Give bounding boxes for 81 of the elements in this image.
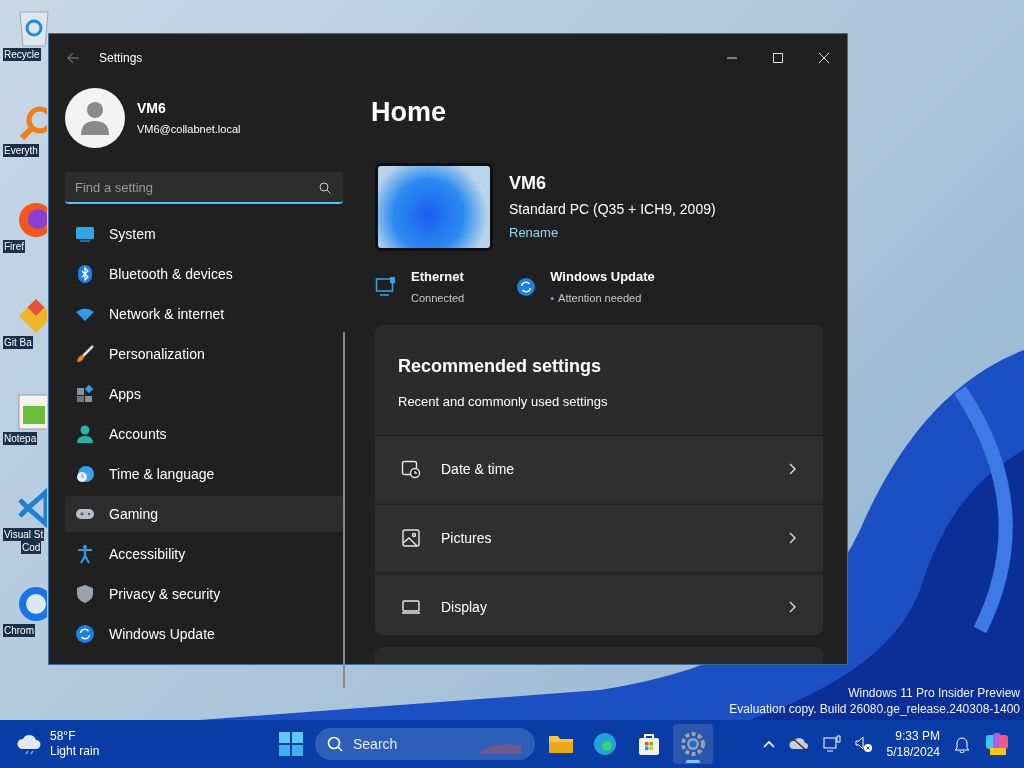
sync-icon: [516, 276, 537, 297]
muted-speaker-icon[interactable]: [854, 735, 873, 753]
desktop-icon-label: Cod: [21, 541, 42, 554]
user-name: VM6: [137, 99, 167, 119]
device-model: Standard PC (Q35 + ICH9, 2009): [509, 200, 716, 220]
nav-item[interactable]: Bluetooth & devices: [65, 256, 343, 292]
apps-grid-icon: [75, 384, 95, 404]
crossed-cloud-icon[interactable]: [788, 736, 809, 752]
clock-time: 9:33 PM: [895, 728, 940, 744]
close-icon: [819, 53, 829, 63]
status-title: Windows Update: [550, 267, 655, 286]
nav-item[interactable]: System: [65, 216, 343, 252]
recycle-bin-icon[interactable]: [16, 8, 52, 48]
taskbar-search-field[interactable]: Search: [315, 728, 535, 760]
desktop-icon-label: Recycle: [3, 48, 41, 61]
chevron-right-icon: [789, 532, 797, 544]
status-title: Ethernet: [411, 267, 465, 286]
search-icon: [319, 182, 331, 194]
nav-item[interactable]: Personalization: [65, 336, 343, 372]
paintbrush-icon: [75, 344, 95, 364]
clock-globe-icon: [75, 464, 95, 484]
accessibility-icon: [75, 544, 95, 564]
weather-condition: Light rain: [50, 744, 100, 759]
settings-row[interactable]: Pictures: [375, 504, 823, 571]
desktop-icon-label: Chrom: [3, 624, 35, 637]
nav-item[interactable]: Windows Update: [65, 616, 343, 652]
person-icon: [75, 424, 95, 444]
minimize-icon: [727, 57, 737, 59]
colorful-app-icon[interactable]: [984, 731, 1010, 757]
scrollbar[interactable]: [343, 332, 345, 688]
settings-search-field[interactable]: Find a setting: [65, 172, 343, 204]
chevron-right-icon: [789, 463, 797, 475]
desktop-icon-label: Notepa: [3, 432, 38, 445]
page-title: Home: [371, 96, 447, 129]
code-editor-icon[interactable]: [16, 488, 47, 528]
avatar-icon: [65, 88, 125, 148]
desktop-icon-label: Git Ba: [3, 336, 33, 349]
calendar-clock-icon: [401, 459, 421, 479]
start-icon[interactable]: [279, 732, 303, 756]
nav-item[interactable]: Accessibility: [65, 536, 343, 572]
rename-link[interactable]: Rename: [509, 223, 716, 243]
settings-row[interactable]: Date & time: [375, 435, 823, 502]
device-name: VM6: [509, 172, 547, 196]
nav-item[interactable]: Apps: [65, 376, 343, 412]
nav-item[interactable]: Accounts: [65, 416, 343, 452]
bluetooth-icon: [75, 264, 95, 284]
status-detail: Connected: [411, 291, 465, 306]
card-subtitle: Recent and commonly used settings: [398, 392, 609, 411]
evaluation-watermark-text: Evaluation copy. Build 26080.ge_release.240308-1400: [729, 701, 1020, 717]
back-arrow-icon[interactable]: [66, 51, 80, 65]
sync-icon: [75, 624, 95, 644]
chevron-right-icon: [789, 601, 797, 613]
settings-row[interactable]: Display: [375, 573, 823, 635]
taskbar-app-button[interactable]: [673, 724, 713, 764]
nav-item[interactable]: Gaming: [65, 496, 343, 532]
clock-date: 5/18/2024: [886, 744, 940, 760]
status-detail: • Attention needed: [550, 291, 643, 306]
weather-temperature: 58°F: [50, 729, 77, 744]
search-icon: [327, 736, 343, 752]
gear-icon: [680, 731, 706, 757]
desktop-icon-label: Visual St: [3, 528, 45, 541]
picture-icon: [401, 528, 421, 548]
card-title: Recommended settings: [398, 354, 603, 378]
maximize-icon: [773, 53, 783, 63]
desktop-icon-label: Firef: [3, 240, 25, 253]
window-title: Settings: [99, 50, 143, 67]
user-email: VM6@collabnet.local: [137, 122, 241, 138]
chevron-up-icon[interactable]: [762, 740, 775, 748]
monitor-icon: [401, 597, 421, 617]
evaluation-watermark-text: Windows 11 Pro Insider Preview: [848, 685, 1020, 701]
nav-item[interactable]: Network & internet: [65, 296, 343, 332]
nav-item[interactable]: Time & language: [65, 456, 343, 492]
swirl-browser-icon: [592, 731, 618, 757]
nav-item[interactable]: Privacy & security: [65, 576, 343, 612]
monitor-icon: [375, 275, 397, 298]
network-monitor-icon[interactable]: [822, 735, 841, 753]
desktop-icon-label: Everyth: [3, 144, 39, 157]
shopping-bag-icon: [636, 731, 662, 757]
shield-icon: [75, 584, 95, 604]
bell-icon[interactable]: [954, 735, 970, 753]
monitor-icon: [75, 224, 95, 244]
